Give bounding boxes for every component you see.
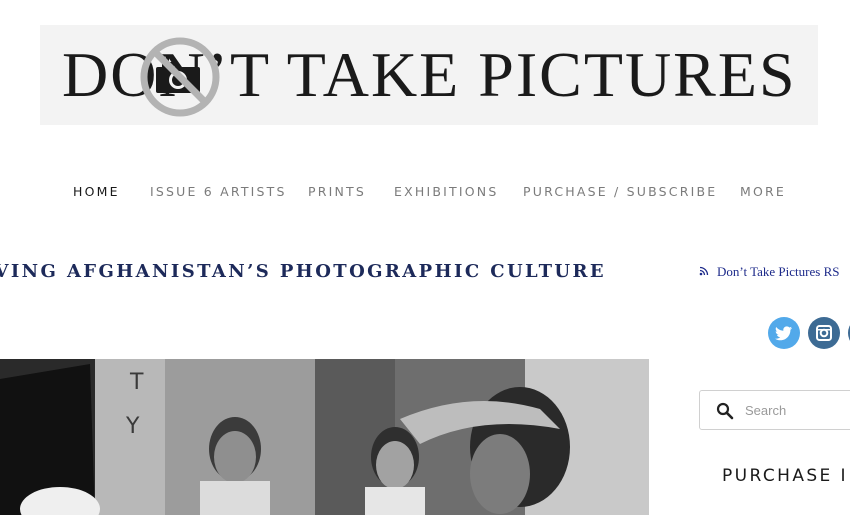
- rss-icon: [699, 266, 709, 276]
- rss-label: Don’t Take Pictures RS: [717, 264, 840, 279]
- instagram-button[interactable]: [808, 317, 840, 349]
- rss-link[interactable]: Don’t Take Pictures RS: [699, 264, 839, 280]
- svg-text:Y: Y: [125, 414, 140, 439]
- instagram-icon: [816, 325, 832, 341]
- page: DON’T TAKE PICTURES HOME ISSUE 6 ARTISTS…: [0, 0, 850, 515]
- nav-prints[interactable]: PRINTS: [308, 184, 366, 199]
- sidebar-heading: PURCHASE I: [722, 466, 848, 486]
- search-box[interactable]: [699, 390, 850, 430]
- nav-issue-6-artists[interactable]: ISSUE 6 ARTISTS: [150, 184, 287, 199]
- nav-home[interactable]: HOME: [73, 184, 120, 199]
- nav-purchase-subscribe[interactable]: PURCHASE / SUBSCRIBE: [523, 184, 717, 199]
- twitter-icon: [775, 326, 793, 341]
- twitter-button[interactable]: [768, 317, 800, 349]
- svg-text:T: T: [129, 370, 144, 395]
- main-nav: HOME ISSUE 6 ARTISTS PRINTS EXHIBITIONS …: [0, 184, 850, 202]
- post-photo: T Y: [0, 359, 649, 515]
- site-logo[interactable]: DON’T TAKE PICTURES: [40, 25, 818, 125]
- search-icon: [716, 402, 734, 420]
- nav-exhibitions[interactable]: EXHIBITIONS: [394, 184, 498, 199]
- no-camera-icon: [140, 37, 220, 117]
- post-title[interactable]: RVING AFGHANISTAN’S PHOTOGRAPHIC CULTURE: [0, 260, 606, 284]
- nav-more[interactable]: MORE: [740, 184, 786, 199]
- search-input[interactable]: [745, 400, 850, 420]
